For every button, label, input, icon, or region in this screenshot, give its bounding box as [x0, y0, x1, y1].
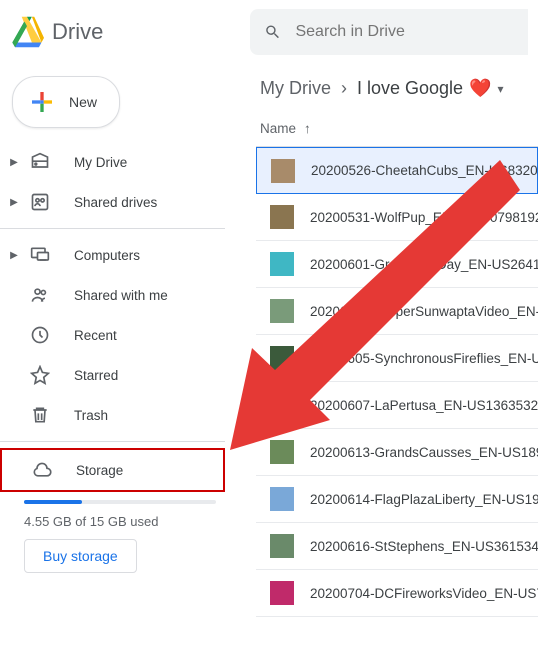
plus-icon — [27, 87, 57, 117]
file-row[interactable]: 20200605-SynchronousFireflies_EN-US — [256, 335, 538, 382]
sidebar: New ▶ My Drive ▶ Shared drives ▶ Compute… — [0, 64, 240, 583]
shared-with-me-icon — [28, 283, 52, 307]
column-header-name[interactable]: Name ↑ — [256, 113, 538, 147]
drive-logo-icon — [10, 15, 44, 49]
file-thumbnail — [270, 440, 294, 464]
sidebar-item-label: Recent — [74, 328, 117, 343]
storage-text: 4.55 GB of 15 GB used — [24, 514, 240, 529]
file-name: 20200616-StStephens_EN-US3615346 — [310, 539, 538, 554]
file-thumbnail — [271, 159, 295, 183]
file-row[interactable]: 20200614-FlagPlazaLiberty_EN-US196 — [256, 476, 538, 523]
app-name: Drive — [52, 19, 103, 45]
sidebar-item-label: Trash — [74, 408, 108, 423]
storage-icon — [30, 458, 54, 482]
file-thumbnail — [270, 581, 294, 605]
file-row[interactable]: 20200613-GrandsCausses_EN-US1892 — [256, 429, 538, 476]
trash-icon — [28, 403, 52, 427]
file-thumbnail — [270, 534, 294, 558]
storage-progress — [24, 500, 216, 504]
header: Drive — [0, 0, 538, 64]
file-name: 20200602-JasperSunwaptaVideo_EN-U — [310, 304, 538, 319]
file-thumbnail — [270, 487, 294, 511]
file-thumbnail — [270, 299, 294, 323]
computers-icon — [28, 243, 52, 267]
sidebar-item-computers[interactable]: ▶ Computers — [0, 235, 240, 275]
sidebar-item-shared-drives[interactable]: ▶ Shared drives — [0, 182, 240, 222]
new-button[interactable]: New — [12, 76, 120, 128]
caret-icon: ▶ — [8, 197, 20, 208]
search-icon — [264, 22, 281, 42]
main-panel: My Drive › I love Google ❤️ ▾ Name ↑ 202… — [256, 64, 538, 617]
sidebar-item-starred[interactable]: Starred — [0, 355, 240, 395]
breadcrumb-parent[interactable]: My Drive — [260, 78, 331, 99]
recent-icon — [28, 323, 52, 347]
divider — [0, 441, 225, 442]
sidebar-item-label: Shared with me — [74, 288, 168, 303]
file-name: 20200704-DCFireworksVideo_EN-US78 — [310, 586, 538, 601]
buy-storage-button[interactable]: Buy storage — [24, 539, 137, 573]
storage-highlight-box: Storage — [0, 448, 225, 492]
sort-asc-icon: ↑ — [304, 121, 311, 136]
sidebar-item-my-drive[interactable]: ▶ My Drive — [0, 142, 240, 182]
heart-icon: ❤️ — [469, 78, 491, 99]
file-name: 20200605-SynchronousFireflies_EN-US — [310, 351, 538, 366]
file-row[interactable]: 20200616-StStephens_EN-US3615346 — [256, 523, 538, 570]
file-row[interactable]: 20200602-JasperSunwaptaVideo_EN-U — [256, 288, 538, 335]
sidebar-item-label: Shared drives — [74, 195, 157, 210]
chevron-right-icon: › — [341, 78, 347, 99]
file-thumbnail — [270, 205, 294, 229]
storage-progress-fill — [24, 500, 82, 504]
file-thumbnail — [270, 393, 294, 417]
file-row[interactable]: 20200526-CheetahCubs_EN-US83203 — [256, 147, 538, 194]
my-drive-icon — [28, 150, 52, 174]
file-row[interactable]: 20200607-LaPertusa_EN-US13635320 — [256, 382, 538, 429]
file-list: 20200526-CheetahCubs_EN-US83203 20200531-… — [256, 147, 538, 617]
breadcrumb: My Drive › I love Google ❤️ ▾ — [256, 64, 538, 113]
sidebar-item-trash[interactable]: Trash — [0, 395, 240, 435]
file-row[interactable]: 20200531-WolfPup_EN-US2607981923 — [256, 194, 538, 241]
file-thumbnail — [270, 252, 294, 276]
sidebar-item-shared-with-me[interactable]: Shared with me — [0, 275, 240, 315]
caret-icon: ▶ — [8, 250, 20, 261]
sidebar-item-label: Starred — [74, 368, 118, 383]
sidebar-item-recent[interactable]: Recent — [0, 315, 240, 355]
logo[interactable]: Drive — [10, 15, 250, 49]
shared-drives-icon — [28, 190, 52, 214]
sidebar-item-storage[interactable]: Storage — [2, 450, 223, 490]
starred-icon — [28, 363, 52, 387]
file-name: 20200613-GrandsCausses_EN-US1892 — [310, 445, 538, 460]
file-name: 20200607-LaPertusa_EN-US13635320 — [310, 398, 538, 413]
search-bar[interactable] — [250, 9, 528, 55]
file-row[interactable]: 20200601-GreatReefDay_EN-US264169 — [256, 241, 538, 288]
file-name: 20200614-FlagPlazaLiberty_EN-US196 — [310, 492, 538, 507]
caret-icon: ▶ — [8, 157, 20, 168]
file-row[interactable]: 20200704-DCFireworksVideo_EN-US78 — [256, 570, 538, 617]
file-name: 20200601-GreatReefDay_EN-US264169 — [310, 257, 538, 272]
sidebar-item-label: Storage — [76, 463, 123, 478]
file-name: 20200531-WolfPup_EN-US2607981923 — [310, 210, 538, 225]
new-button-label: New — [69, 94, 97, 110]
file-name: 20200526-CheetahCubs_EN-US83203 — [311, 163, 537, 178]
file-thumbnail — [270, 346, 294, 370]
breadcrumb-current[interactable]: I love Google ❤️ ▾ — [357, 78, 504, 99]
sidebar-item-label: Computers — [74, 248, 140, 263]
search-input[interactable] — [295, 23, 514, 41]
sidebar-item-label: My Drive — [74, 155, 127, 170]
divider — [0, 228, 225, 229]
chevron-down-icon: ▾ — [498, 82, 504, 96]
